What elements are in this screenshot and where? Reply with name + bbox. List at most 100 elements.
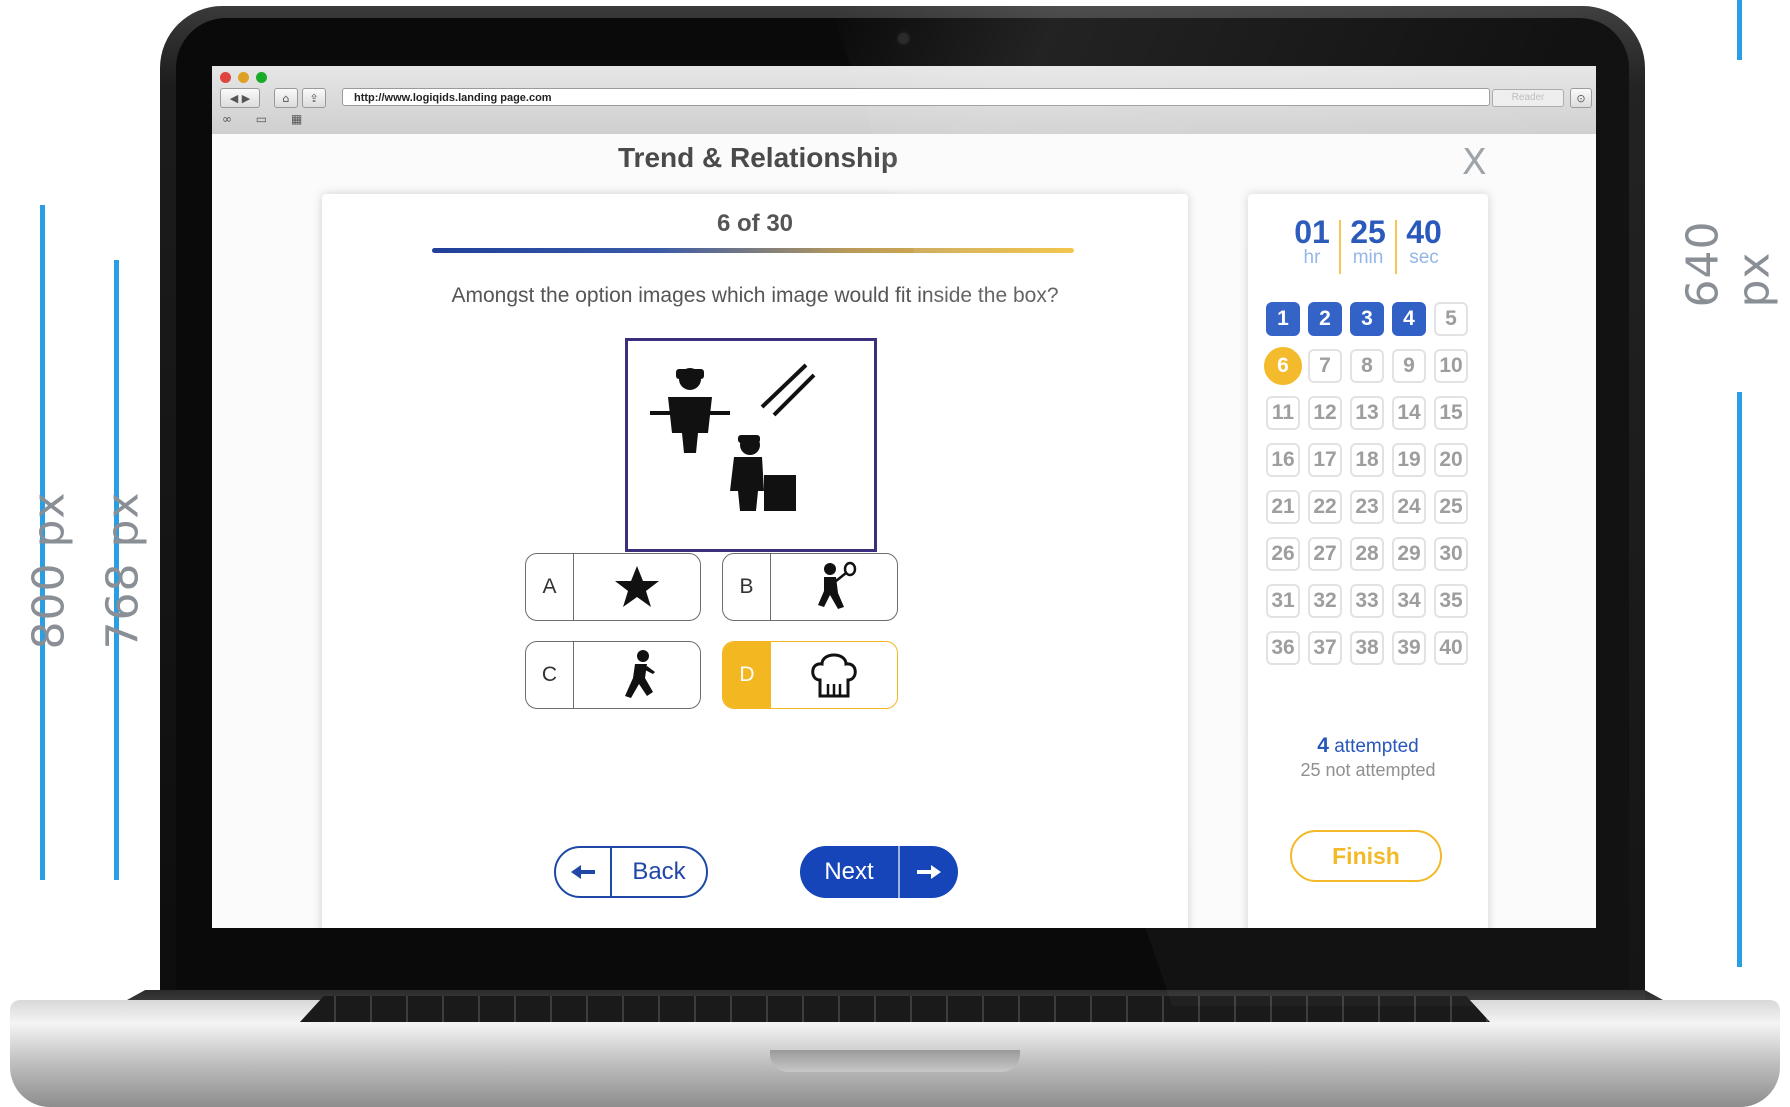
question-number-6[interactable]: 6 [1264, 347, 1302, 385]
question-number-19[interactable]: 19 [1392, 443, 1426, 477]
timer-seconds: 40 [1406, 214, 1442, 250]
chef-scene-icon [650, 363, 816, 511]
home-icon[interactable]: ⌂ [274, 88, 298, 108]
dimension-label-768: 768 px [97, 491, 149, 650]
timer: 01 hr 25 min 40 sec [1248, 216, 1488, 274]
question-number-32[interactable]: 32 [1308, 584, 1342, 618]
attempted-label: attempted [1334, 736, 1419, 757]
question-number-35[interactable]: 35 [1434, 584, 1468, 618]
laptop-notch [770, 1050, 1020, 1072]
arrow-right-icon [898, 846, 958, 898]
back-nav-button[interactable]: ◀ ▶ [220, 88, 260, 108]
download-icon[interactable]: ⊙ [1570, 88, 1592, 108]
next-button[interactable]: Next [800, 846, 958, 898]
back-button[interactable]: Back [554, 846, 708, 898]
question-text: Amongst the option images which image wo… [451, 284, 1059, 307]
option-letter: D [723, 642, 771, 708]
question-number-23[interactable]: 23 [1350, 490, 1384, 524]
question-number-33[interactable]: 33 [1350, 584, 1384, 618]
question-number-30[interactable]: 30 [1434, 537, 1468, 571]
question-number-3[interactable]: 3 [1350, 302, 1384, 336]
question-number-12[interactable]: 12 [1308, 396, 1342, 430]
option-letter: C [526, 642, 574, 708]
question-number-18[interactable]: 18 [1350, 443, 1384, 477]
share-icon[interactable]: ⇪ [302, 88, 326, 108]
arrow-left-icon [556, 848, 612, 896]
question-number-5[interactable]: 5 [1434, 302, 1468, 336]
bookmarks-toolbar-icons[interactable]: ∞ ▭ ▦ [222, 112, 312, 126]
camera-icon [898, 33, 909, 44]
question-number-31[interactable]: 31 [1266, 584, 1300, 618]
dimension-line-640-top [1737, 0, 1742, 60]
dimension-label-640: 640 px [1677, 220, 1780, 308]
runner-icon [625, 650, 655, 698]
question-number-17[interactable]: 17 [1308, 443, 1342, 477]
question-number-27[interactable]: 27 [1308, 537, 1342, 571]
question-number-34[interactable]: 34 [1392, 584, 1426, 618]
attempted-count: 4 [1317, 734, 1329, 757]
question-number-1[interactable]: 1 [1266, 302, 1300, 336]
reader-button[interactable]: Reader [1492, 89, 1564, 107]
minimize-window-button[interactable] [238, 72, 249, 83]
option-letter: B [723, 554, 771, 620]
question-number-38[interactable]: 38 [1350, 631, 1384, 665]
question-navigator-panel: 01 hr 25 min 40 sec 1 2 3 4 5 6 7 8 9 10 11 12 13 14 15 16… [1248, 194, 1488, 928]
question-card: 6 of 30 Amongst the option images which … [322, 194, 1188, 928]
question-number-8[interactable]: 8 [1350, 349, 1384, 383]
option-b[interactable]: B [722, 553, 898, 621]
question-number-36[interactable]: 36 [1266, 631, 1300, 665]
progress-bar [432, 248, 1074, 253]
question-number-2[interactable]: 2 [1308, 302, 1342, 336]
timer-seconds-unit: sec [1409, 247, 1439, 268]
question-number-26[interactable]: 26 [1266, 537, 1300, 571]
address-bar[interactable]: http://www.logiqids.landing page.com [342, 88, 1490, 106]
question-number-39[interactable]: 39 [1392, 631, 1426, 665]
question-counter: 6 of 30 [716, 210, 794, 237]
browser-chrome: ◀ ▶ ⌂ ⇪ http://www.logiqids.landing page… [212, 66, 1596, 135]
not-attempted-summary: 25 not attempted [1300, 760, 1436, 780]
screen: ◀ ▶ ⌂ ⇪ http://www.logiqids.landing page… [212, 66, 1596, 928]
question-number-grid: 1 2 3 4 5 6 7 8 9 10 11 12 13 14 15 16 17 18 19 20 21 22 23 24 2… [1264, 302, 1472, 665]
question-number-13[interactable]: 13 [1350, 396, 1384, 430]
option-a[interactable]: A [525, 553, 701, 621]
question-number-22[interactable]: 22 [1308, 490, 1342, 524]
laptop-keyboard [300, 996, 1490, 1022]
close-window-button[interactable] [220, 72, 231, 83]
attempted-summary: 4 attempted [1248, 734, 1488, 758]
zoom-window-button[interactable] [256, 72, 267, 83]
star-icon [615, 566, 659, 607]
question-number-9[interactable]: 9 [1392, 349, 1426, 383]
next-label: Next [824, 858, 874, 885]
question-number-10[interactable]: 10 [1434, 349, 1468, 383]
close-icon[interactable]: X [1462, 142, 1487, 183]
back-label: Back [632, 858, 686, 885]
question-number-16[interactable]: 16 [1266, 443, 1300, 477]
timer-minutes-unit: min [1352, 247, 1384, 268]
question-number-15[interactable]: 15 [1434, 396, 1468, 430]
question-number-40[interactable]: 40 [1434, 631, 1468, 665]
question-number-28[interactable]: 28 [1350, 537, 1384, 571]
option-letter: A [526, 554, 574, 620]
question-number-21[interactable]: 21 [1266, 490, 1300, 524]
timer-hours-unit: hr [1303, 247, 1321, 268]
tennis-player-icon [818, 561, 857, 609]
question-number-37[interactable]: 37 [1308, 631, 1342, 665]
question-number-20[interactable]: 20 [1434, 443, 1468, 477]
question-number-24[interactable]: 24 [1392, 490, 1426, 524]
dimension-label-800: 800 px [23, 491, 75, 650]
option-d[interactable]: D [722, 641, 898, 709]
option-c[interactable]: C [525, 641, 701, 709]
timer-minutes: 25 [1350, 214, 1386, 250]
finish-button[interactable]: Finish [1290, 830, 1442, 882]
question-number-7[interactable]: 7 [1308, 349, 1342, 383]
question-number-25[interactable]: 25 [1434, 490, 1468, 524]
question-number-11[interactable]: 11 [1266, 396, 1300, 430]
question-number-29[interactable]: 29 [1392, 537, 1426, 571]
question-image-box [625, 338, 877, 552]
dimension-line-640-bottom [1737, 392, 1742, 967]
page-title: Trend & Relationship [617, 142, 899, 173]
chef-hat-icon [811, 653, 857, 698]
question-number-14[interactable]: 14 [1392, 396, 1426, 430]
question-number-4[interactable]: 4 [1392, 302, 1426, 336]
timer-hours: 01 [1294, 214, 1330, 250]
